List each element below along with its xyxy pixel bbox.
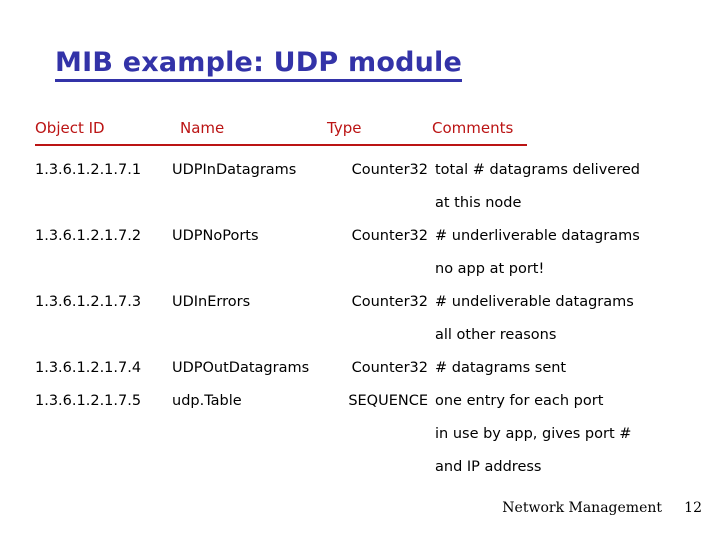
cell-comments: # datagrams sent bbox=[435, 360, 567, 376]
cell-comments-continuation: no app at port! bbox=[435, 261, 545, 277]
cell-comments-continuation: at this node bbox=[435, 195, 522, 211]
table-row-continuation: all other reasons bbox=[35, 324, 690, 357]
table-row: 1.3.6.1.2.1.7.4 UDPOutDatagrams Counter3… bbox=[35, 357, 690, 390]
page-number: 12 bbox=[684, 500, 702, 516]
cell-comments: total # datagrams delivered bbox=[435, 162, 640, 178]
cell-name: udp.Table bbox=[172, 393, 242, 409]
cell-name: UDPOutDatagrams bbox=[172, 360, 310, 376]
table-row: 1.3.6.1.2.1.7.1 UDPInDatagrams Counter32… bbox=[35, 159, 690, 192]
cell-name: UDInErrors bbox=[172, 294, 251, 310]
table-row-continuation: no app at port! bbox=[35, 258, 690, 291]
slide-canvas: MIB example: UDP module Object ID Name T… bbox=[0, 0, 720, 540]
cell-type: Counter32 bbox=[351, 294, 428, 310]
table-row: 1.3.6.1.2.1.7.2 UDPNoPorts Counter32 # u… bbox=[35, 225, 690, 258]
cell-comments: # undeliverable datagrams bbox=[435, 294, 634, 310]
cell-object-id: 1.3.6.1.2.1.7.2 bbox=[35, 228, 142, 244]
cell-type: Counter32 bbox=[351, 162, 428, 178]
cell-comments: one entry for each port bbox=[435, 393, 604, 409]
cell-object-id: 1.3.6.1.2.1.7.3 bbox=[35, 294, 142, 310]
table-row-continuation: and IP address bbox=[35, 456, 690, 489]
footer-label: Network Management bbox=[502, 500, 662, 516]
table-body: 1.3.6.1.2.1.7.1 UDPInDatagrams Counter32… bbox=[35, 159, 690, 489]
mib-table: Object ID Name Type Comments 1.3.6.1.2.1… bbox=[35, 118, 690, 489]
column-header-comments: Comments bbox=[432, 119, 514, 137]
page-title: MIB example: UDP module bbox=[55, 48, 462, 83]
cell-object-id: 1.3.6.1.2.1.7.4 bbox=[35, 360, 142, 376]
cell-type: SEQUENCE bbox=[348, 393, 428, 409]
cell-comments: # underliverable datagrams bbox=[435, 228, 640, 244]
table-header-row: Object ID Name Type Comments bbox=[35, 118, 527, 146]
column-header-type: Type bbox=[327, 119, 362, 137]
table-row: 1.3.6.1.2.1.7.5 udp.Table SEQUENCE one e… bbox=[35, 390, 690, 423]
table-row-continuation: at this node bbox=[35, 192, 690, 225]
cell-comments-continuation: in use by app, gives port # bbox=[435, 426, 632, 442]
cell-name: UDPInDatagrams bbox=[172, 162, 297, 178]
column-header-object-id: Object ID bbox=[35, 119, 105, 137]
cell-type: Counter32 bbox=[351, 360, 428, 376]
table-row: 1.3.6.1.2.1.7.3 UDInErrors Counter32 # u… bbox=[35, 291, 690, 324]
table-row-continuation: in use by app, gives port # bbox=[35, 423, 690, 456]
cell-name: UDPNoPorts bbox=[172, 228, 259, 244]
column-header-name: Name bbox=[180, 119, 225, 137]
cell-type: Counter32 bbox=[351, 228, 428, 244]
cell-comments-continuation-2: and IP address bbox=[435, 459, 542, 475]
cell-object-id: 1.3.6.1.2.1.7.5 bbox=[35, 393, 142, 409]
cell-comments-continuation: all other reasons bbox=[435, 327, 557, 343]
slide-footer: Network Management 12 bbox=[0, 500, 720, 528]
cell-object-id: 1.3.6.1.2.1.7.1 bbox=[35, 162, 142, 178]
